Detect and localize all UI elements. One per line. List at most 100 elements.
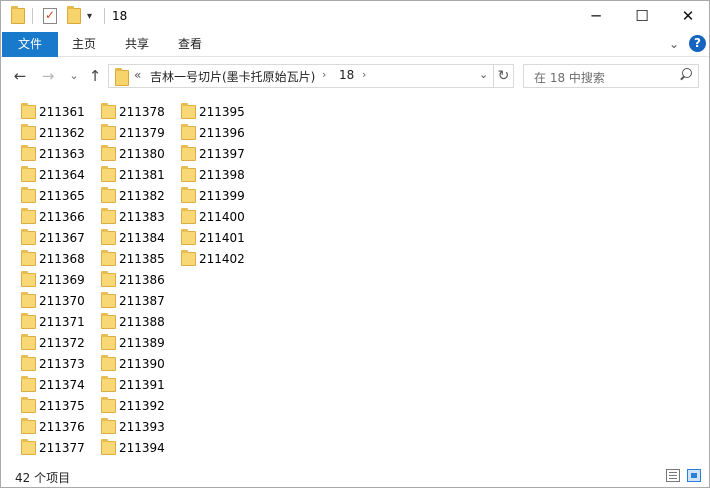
folder-item[interactable]: 211370 bbox=[21, 290, 85, 311]
help-icon[interactable]: ? bbox=[689, 35, 706, 52]
refresh-button[interactable]: ↻ bbox=[494, 64, 514, 88]
folder-item[interactable]: 211381 bbox=[101, 164, 165, 185]
folder-item[interactable]: 211386 bbox=[101, 269, 165, 290]
folder-icon bbox=[21, 144, 36, 161]
tab-file[interactable]: 文件 bbox=[2, 32, 58, 57]
folder-icon bbox=[181, 102, 196, 119]
folder-icon bbox=[21, 228, 36, 245]
folder-item[interactable]: 211378 bbox=[101, 101, 165, 122]
large-icons-view-icon[interactable] bbox=[687, 469, 701, 482]
folder-item[interactable]: 211397 bbox=[181, 143, 245, 164]
status-bar: 42 个项目 bbox=[1, 463, 709, 487]
folder-item[interactable]: 211380 bbox=[101, 143, 165, 164]
folder-item[interactable]: 211369 bbox=[21, 269, 85, 290]
folder-item[interactable]: 211377 bbox=[21, 437, 85, 458]
folder-icon bbox=[21, 102, 36, 119]
tab-view[interactable]: 查看 bbox=[171, 32, 209, 57]
forward-button[interactable]: → bbox=[38, 66, 58, 86]
search-box[interactable]: 在 18 中搜索 bbox=[523, 64, 699, 88]
folder-item[interactable]: 211383 bbox=[101, 206, 165, 227]
folder-item[interactable]: 211364 bbox=[21, 164, 85, 185]
folder-item[interactable]: 211391 bbox=[101, 374, 165, 395]
folder-item[interactable]: 211389 bbox=[101, 332, 165, 353]
folder-name: 211386 bbox=[119, 272, 165, 287]
folder-icon bbox=[21, 291, 36, 308]
folder-item[interactable]: 211374 bbox=[21, 374, 85, 395]
folder-item[interactable]: 211367 bbox=[21, 227, 85, 248]
folder-item[interactable]: 211368 bbox=[21, 248, 85, 269]
close-button[interactable]: ✕ bbox=[665, 1, 710, 31]
folder-name: 211374 bbox=[39, 377, 85, 392]
search-placeholder: 在 18 中搜索 bbox=[534, 71, 605, 85]
folder-name: 211368 bbox=[39, 251, 85, 266]
folder-item[interactable]: 211394 bbox=[101, 437, 165, 458]
folder-item[interactable]: 211379 bbox=[101, 122, 165, 143]
folder-name: 211363 bbox=[39, 146, 85, 161]
folder-item[interactable]: 211366 bbox=[21, 206, 85, 227]
folder-name: 211362 bbox=[39, 125, 85, 140]
breadcrumb-overflow[interactable]: « bbox=[134, 68, 141, 82]
back-button[interactable]: ← bbox=[10, 66, 30, 86]
folder-icon bbox=[21, 207, 36, 224]
folder-item[interactable]: 211372 bbox=[21, 332, 85, 353]
folder-item[interactable]: 211392 bbox=[101, 395, 165, 416]
folder-item[interactable]: 211393 bbox=[101, 416, 165, 437]
quick-access-folder-icon[interactable] bbox=[11, 6, 25, 25]
folder-item[interactable]: 211373 bbox=[21, 353, 85, 374]
minimize-button[interactable]: ─ bbox=[573, 1, 619, 31]
folder-item[interactable]: 211384 bbox=[101, 227, 165, 248]
address-bar[interactable]: « 吉林一号切片(墨卡托原始瓦片) › 18 › ⌄ bbox=[108, 64, 494, 88]
recent-locations-button[interactable]: ⌄ bbox=[64, 66, 84, 86]
address-dropdown-icon[interactable]: ⌄ bbox=[479, 68, 488, 81]
search-icon[interactable] bbox=[678, 68, 692, 82]
maximize-button[interactable]: ☐ bbox=[619, 1, 665, 31]
breadcrumb-current[interactable]: 18 bbox=[339, 68, 354, 82]
folder-item[interactable]: 211361 bbox=[21, 101, 85, 122]
folder-item[interactable]: 211396 bbox=[181, 122, 245, 143]
folder-name: 211372 bbox=[39, 335, 85, 350]
folder-icon bbox=[21, 375, 36, 392]
folder-name: 211375 bbox=[39, 398, 85, 413]
folder-item[interactable]: 211375 bbox=[21, 395, 85, 416]
title-separator bbox=[104, 7, 105, 25]
folder-item[interactable]: 211400 bbox=[181, 206, 245, 227]
folder-icon bbox=[21, 249, 36, 266]
folder-icon bbox=[101, 228, 116, 245]
new-folder-icon[interactable] bbox=[67, 6, 81, 25]
folder-item[interactable]: 211385 bbox=[101, 248, 165, 269]
folder-item[interactable]: 211390 bbox=[101, 353, 165, 374]
folder-item[interactable]: 211363 bbox=[21, 143, 85, 164]
tab-share[interactable]: 共享 bbox=[118, 32, 156, 57]
folder-item[interactable]: 211387 bbox=[101, 290, 165, 311]
folder-item[interactable]: 211362 bbox=[21, 122, 85, 143]
folder-item[interactable]: 211399 bbox=[181, 185, 245, 206]
folder-item[interactable]: 211395 bbox=[181, 101, 245, 122]
folder-name: 211361 bbox=[39, 104, 85, 119]
folder-name: 211390 bbox=[119, 356, 165, 371]
folder-name: 211399 bbox=[199, 188, 245, 203]
expand-ribbon-icon[interactable]: ⌄ bbox=[669, 37, 679, 51]
folder-icon bbox=[101, 144, 116, 161]
folder-item[interactable]: 211401 bbox=[181, 227, 245, 248]
folder-name: 211398 bbox=[199, 167, 245, 182]
folder-icon bbox=[101, 102, 116, 119]
details-view-icon[interactable] bbox=[666, 469, 680, 482]
up-button[interactable]: ↑ bbox=[85, 66, 105, 86]
folder-item[interactable]: 211376 bbox=[21, 416, 85, 437]
breadcrumb-chevron-icon[interactable]: › bbox=[322, 68, 326, 81]
folder-item[interactable]: 211371 bbox=[21, 311, 85, 332]
folder-item[interactable]: 211365 bbox=[21, 185, 85, 206]
folder-item[interactable]: 211382 bbox=[101, 185, 165, 206]
breadcrumb-parent[interactable]: 吉林一号切片(墨卡托原始瓦片) bbox=[150, 68, 315, 85]
folder-name: 211378 bbox=[119, 104, 165, 119]
folder-icon bbox=[101, 249, 116, 266]
folder-icon bbox=[101, 333, 116, 350]
folder-item[interactable]: 211402 bbox=[181, 248, 245, 269]
folder-icon bbox=[21, 417, 36, 434]
tab-home[interactable]: 主页 bbox=[65, 32, 103, 57]
folder-item[interactable]: 211398 bbox=[181, 164, 245, 185]
breadcrumb-chevron-icon[interactable]: › bbox=[362, 68, 366, 81]
folder-item[interactable]: 211388 bbox=[101, 311, 165, 332]
customize-quick-access-icon[interactable]: ▾ bbox=[87, 7, 92, 25]
properties-icon[interactable] bbox=[43, 7, 57, 25]
